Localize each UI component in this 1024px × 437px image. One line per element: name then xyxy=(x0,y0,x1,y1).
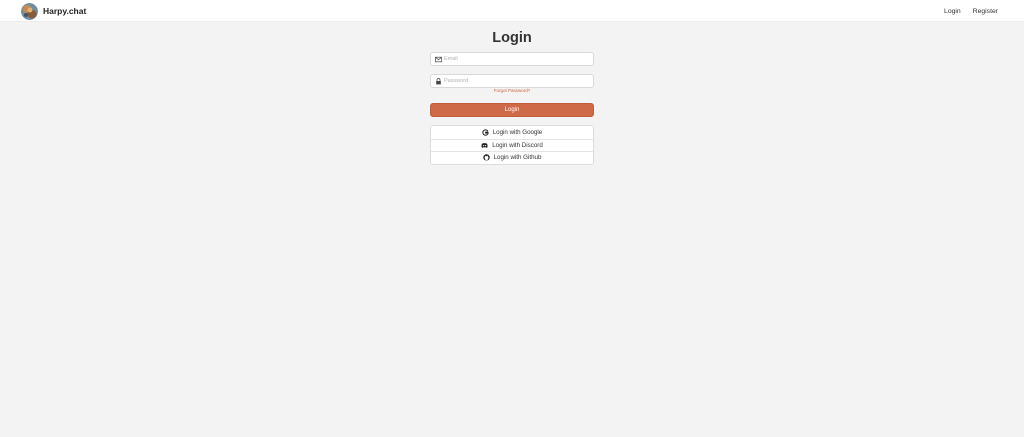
brand[interactable]: Harpy.chat xyxy=(21,2,86,20)
navbar: Harpy.chat Login Register xyxy=(0,0,1024,22)
login-with-github-button[interactable]: Login with Github xyxy=(431,151,593,164)
oauth-buttons: Login with Google Login with Discord Log… xyxy=(430,125,594,165)
login-with-google-button[interactable]: Login with Google xyxy=(431,126,593,139)
password-field[interactable] xyxy=(430,74,594,88)
google-icon xyxy=(482,129,489,136)
login-button[interactable]: Login xyxy=(430,103,594,117)
email-input[interactable] xyxy=(444,54,584,64)
mail-icon xyxy=(435,56,442,63)
email-field[interactable] xyxy=(430,52,594,66)
nav-login-link[interactable]: Login xyxy=(944,8,961,15)
nav-register-link[interactable]: Register xyxy=(973,8,998,15)
github-label: Login with Github xyxy=(493,154,542,162)
password-input[interactable] xyxy=(444,76,584,86)
forgot-password-link[interactable]: Forgot Password? xyxy=(430,88,594,93)
page-title: Login xyxy=(492,30,532,46)
login-with-discord-button[interactable]: Login with Discord xyxy=(431,138,593,151)
discord-icon xyxy=(481,142,488,149)
nav-links: Login Register xyxy=(944,0,998,22)
brand-avatar xyxy=(21,2,38,20)
google-label: Login with Google xyxy=(492,128,543,136)
lock-icon xyxy=(435,77,442,85)
brand-name: Harpy.chat xyxy=(43,6,87,16)
github-icon xyxy=(482,154,490,161)
discord-label: Login with Discord xyxy=(492,141,543,149)
